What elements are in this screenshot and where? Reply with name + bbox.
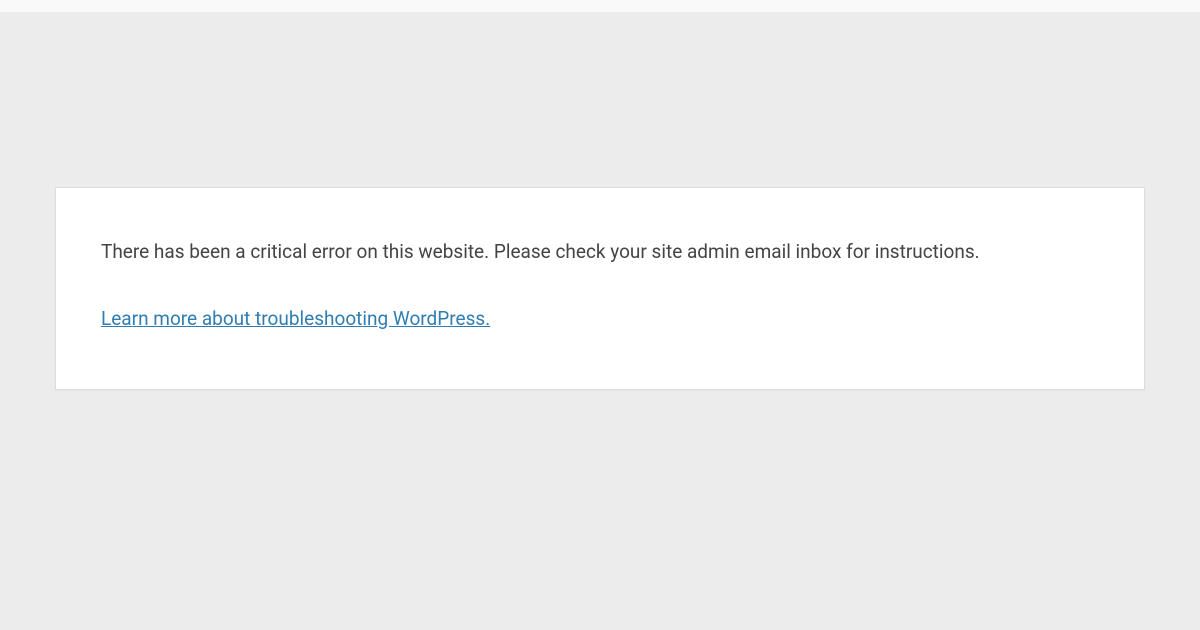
troubleshooting-link[interactable]: Learn more about troubleshooting WordPre…: [101, 307, 490, 330]
page-container: There has been a critical error on this …: [0, 12, 1200, 390]
error-box: There has been a critical error on this …: [55, 187, 1145, 390]
error-message: There has been a critical error on this …: [101, 238, 1099, 267]
top-bar: [0, 0, 1200, 12]
